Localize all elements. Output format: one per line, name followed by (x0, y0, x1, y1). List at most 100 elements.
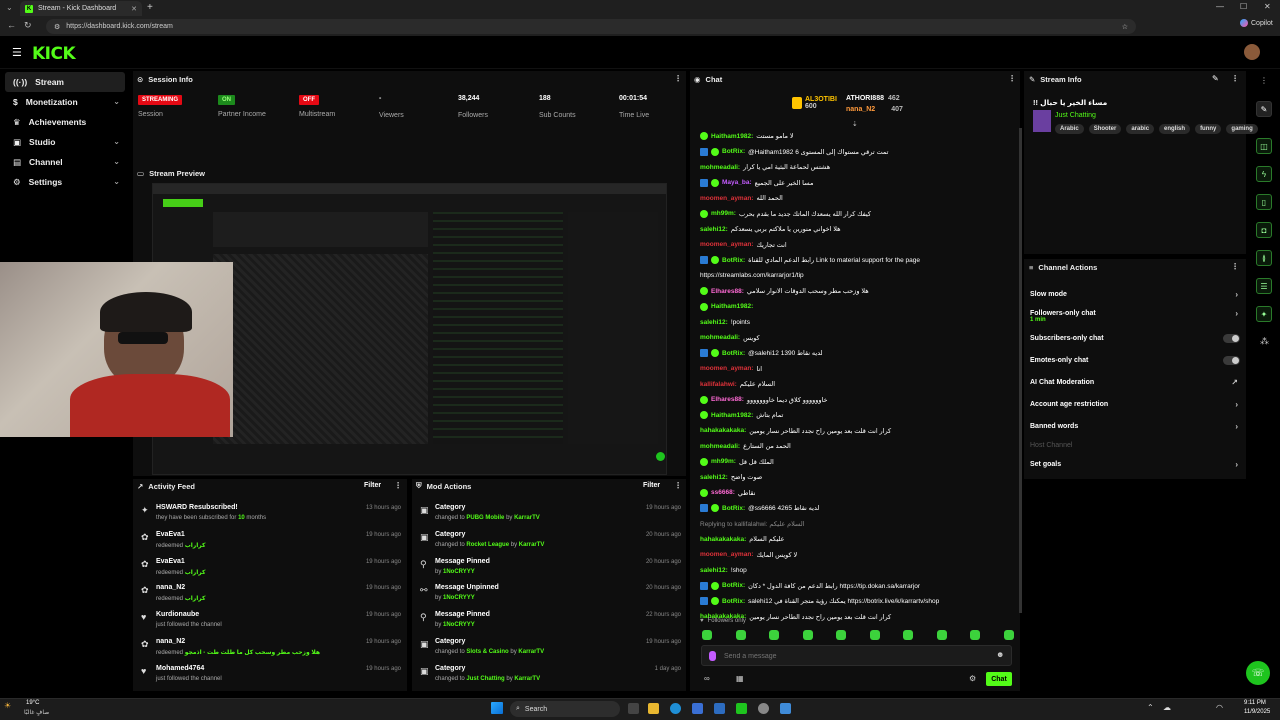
more-icon[interactable]: ⋮ (1231, 262, 1239, 271)
emote-icon[interactable] (735, 630, 746, 640)
channel-action-0[interactable]: Slow mode › (1030, 286, 1242, 302)
tag-chip[interactable]: arabic (1126, 124, 1155, 134)
emote-icon[interactable] (702, 630, 712, 640)
chat-username[interactable]: Elhares88: (711, 396, 744, 403)
tab-list-icon[interactable]: ⌄ (6, 3, 13, 12)
infinity-icon[interactable]: ∞ (704, 674, 710, 683)
rail-lightning-icon[interactable]: ϟ (1256, 166, 1272, 182)
chat-username[interactable]: moomen_ayman: (700, 241, 753, 248)
channel-action-4[interactable]: AI Chat Moderation ↗ (1030, 374, 1242, 390)
send-chat-button[interactable]: Chat (986, 672, 1012, 686)
rail-wrench-icon[interactable]: ✦ (1256, 306, 1272, 322)
app-icon[interactable] (736, 703, 747, 714)
emote-icon[interactable] (802, 630, 813, 640)
chat-username[interactable]: salehi12: (700, 567, 728, 574)
top-gifter-2[interactable]: ATHORI888 462 (846, 95, 900, 102)
address-bar[interactable]: ⚙ https://dashboard.kick.com/stream ☆ (46, 19, 1136, 34)
chat-username[interactable]: mohmeadali: (700, 443, 740, 450)
emote-icon[interactable] (1003, 630, 1014, 640)
more-icon[interactable]: ⋮ (1008, 74, 1016, 83)
browser-tab[interactable]: K Stream - Kick Dashboard ✕ (20, 1, 142, 16)
tag-chip[interactable]: gaming (1226, 124, 1258, 134)
app-icon[interactable] (714, 703, 725, 714)
chat-username[interactable]: hahakakakaka: (700, 536, 746, 543)
rail-chat-icon[interactable]: ◘ (1256, 222, 1272, 238)
rail-link-icon[interactable]: ⁂ (1260, 336, 1269, 347)
windows-start-icon[interactable] (491, 702, 503, 714)
more-icon[interactable]: ⋮ (1260, 76, 1268, 85)
rail-list-icon[interactable]: ☰ (1256, 278, 1272, 294)
channel-action-5[interactable]: Account age restriction › (1030, 396, 1242, 412)
chat-username[interactable]: BotRix: (722, 257, 745, 264)
emote-icon[interactable] (869, 630, 880, 640)
site-info-icon[interactable]: ⚙ (54, 23, 60, 31)
sidebar-item-channel[interactable]: ▤ Channel ⌄ (0, 152, 130, 172)
tray-icon[interactable]: ☁ (1163, 703, 1171, 712)
chat-username[interactable]: BotRix: (722, 148, 745, 155)
chat-username[interactable]: BotRix: (722, 505, 745, 512)
multistream-badge[interactable]: OFF (299, 95, 319, 105)
chat-username[interactable]: Elhares88: (711, 288, 744, 295)
help-chat-button[interactable]: ☏ (1246, 661, 1270, 685)
tray-chevron-icon[interactable]: ⌃ (1147, 703, 1154, 712)
more-icon[interactable]: ⋮ (394, 481, 402, 490)
category-name[interactable]: Just Chatting (1055, 112, 1096, 119)
chat-username[interactable]: Haitham1982: (711, 412, 753, 419)
refresh-icon[interactable]: ↻ (24, 20, 32, 31)
top-gifter-1[interactable]: AL3OTIBI 600 (792, 96, 837, 110)
toggle-switch[interactable] (1223, 333, 1240, 343)
avatar[interactable] (1244, 44, 1260, 60)
emote-icon[interactable] (970, 630, 981, 640)
more-icon[interactable]: ⋮ (1231, 74, 1239, 83)
toggle-switch[interactable] (1223, 355, 1240, 365)
chat-username[interactable]: mh99m: (711, 210, 736, 217)
clock-time[interactable]: 9:11 PM (1244, 700, 1266, 706)
weather-temp[interactable]: 19°C (26, 700, 39, 706)
close-window-icon[interactable]: ✕ (1264, 2, 1271, 11)
chat-input[interactable] (724, 650, 984, 662)
edge-icon[interactable] (670, 703, 681, 714)
task-view-icon[interactable] (628, 703, 639, 714)
emote-icon[interactable] (836, 630, 847, 640)
maximize-icon[interactable]: ☐ (1240, 2, 1247, 11)
rail-screen-icon[interactable]: ◫ (1256, 138, 1272, 154)
channel-action-3[interactable]: Emotes-only chat (1030, 352, 1242, 368)
chat-username[interactable]: kallifalahwi: (700, 381, 737, 388)
tag-chip[interactable]: funny (1195, 124, 1222, 134)
chat-username[interactable]: BotRix: (722, 582, 745, 589)
chat-username[interactable]: moomen_ayman: (700, 551, 753, 558)
chat-username[interactable]: mohmeadali: (700, 334, 740, 341)
bookmark-icon[interactable]: ☆ (1122, 23, 1128, 31)
chat-username[interactable]: ss6668: (711, 489, 735, 496)
file-explorer-icon[interactable] (648, 703, 659, 714)
mod-filter-button[interactable]: Filter (643, 482, 660, 489)
partner-badge[interactable]: ON (218, 95, 235, 105)
channel-action-1[interactable]: Followers-only chat 1 min › (1030, 305, 1242, 324)
emoji-icon[interactable]: ☻ (996, 650, 1004, 659)
sidebar-item-monetization[interactable]: $ Monetization ⌄ (0, 92, 130, 112)
chat-username[interactable]: mh99m: (711, 458, 736, 465)
kick-logo[interactable]: KICK (32, 44, 76, 64)
app-icon[interactable] (692, 703, 703, 714)
tag-chip[interactable]: english (1159, 124, 1191, 134)
tag-chip[interactable]: Arabic (1055, 124, 1084, 134)
chat-username[interactable]: BotRix: (722, 350, 745, 357)
rail-edit-icon[interactable]: ✎ (1256, 101, 1272, 117)
channel-action-8[interactable]: Set goals › (1030, 456, 1242, 472)
channel-action-6[interactable]: Banned words › (1030, 418, 1242, 434)
sidebar-item-settings[interactable]: ⚙ Settings ⌄ (0, 172, 130, 192)
chat-username[interactable]: mohmeadali: (700, 164, 740, 171)
emote-icon[interactable] (936, 630, 947, 640)
chat-username[interactable]: Haitham1982: (711, 303, 753, 310)
settings-app-icon[interactable] (758, 703, 769, 714)
chat-username[interactable]: salehi12: (700, 474, 728, 481)
chat-settings-icon[interactable]: ⚙ (969, 674, 976, 683)
wifi-icon[interactable]: ◠ (1216, 703, 1223, 712)
emote-icon[interactable] (903, 630, 914, 640)
minimize-icon[interactable]: — (1216, 2, 1224, 11)
sidebar-item-stream[interactable]: ((·)) Stream (5, 72, 125, 92)
chat-username[interactable]: Maya_ba: (722, 179, 752, 186)
chat-username[interactable]: moomen_ayman: (700, 195, 753, 202)
sidebar-item-achievements[interactable]: ♛ Achievements (0, 112, 130, 132)
channel-action-2[interactable]: Subscribers-only chat (1030, 330, 1242, 346)
